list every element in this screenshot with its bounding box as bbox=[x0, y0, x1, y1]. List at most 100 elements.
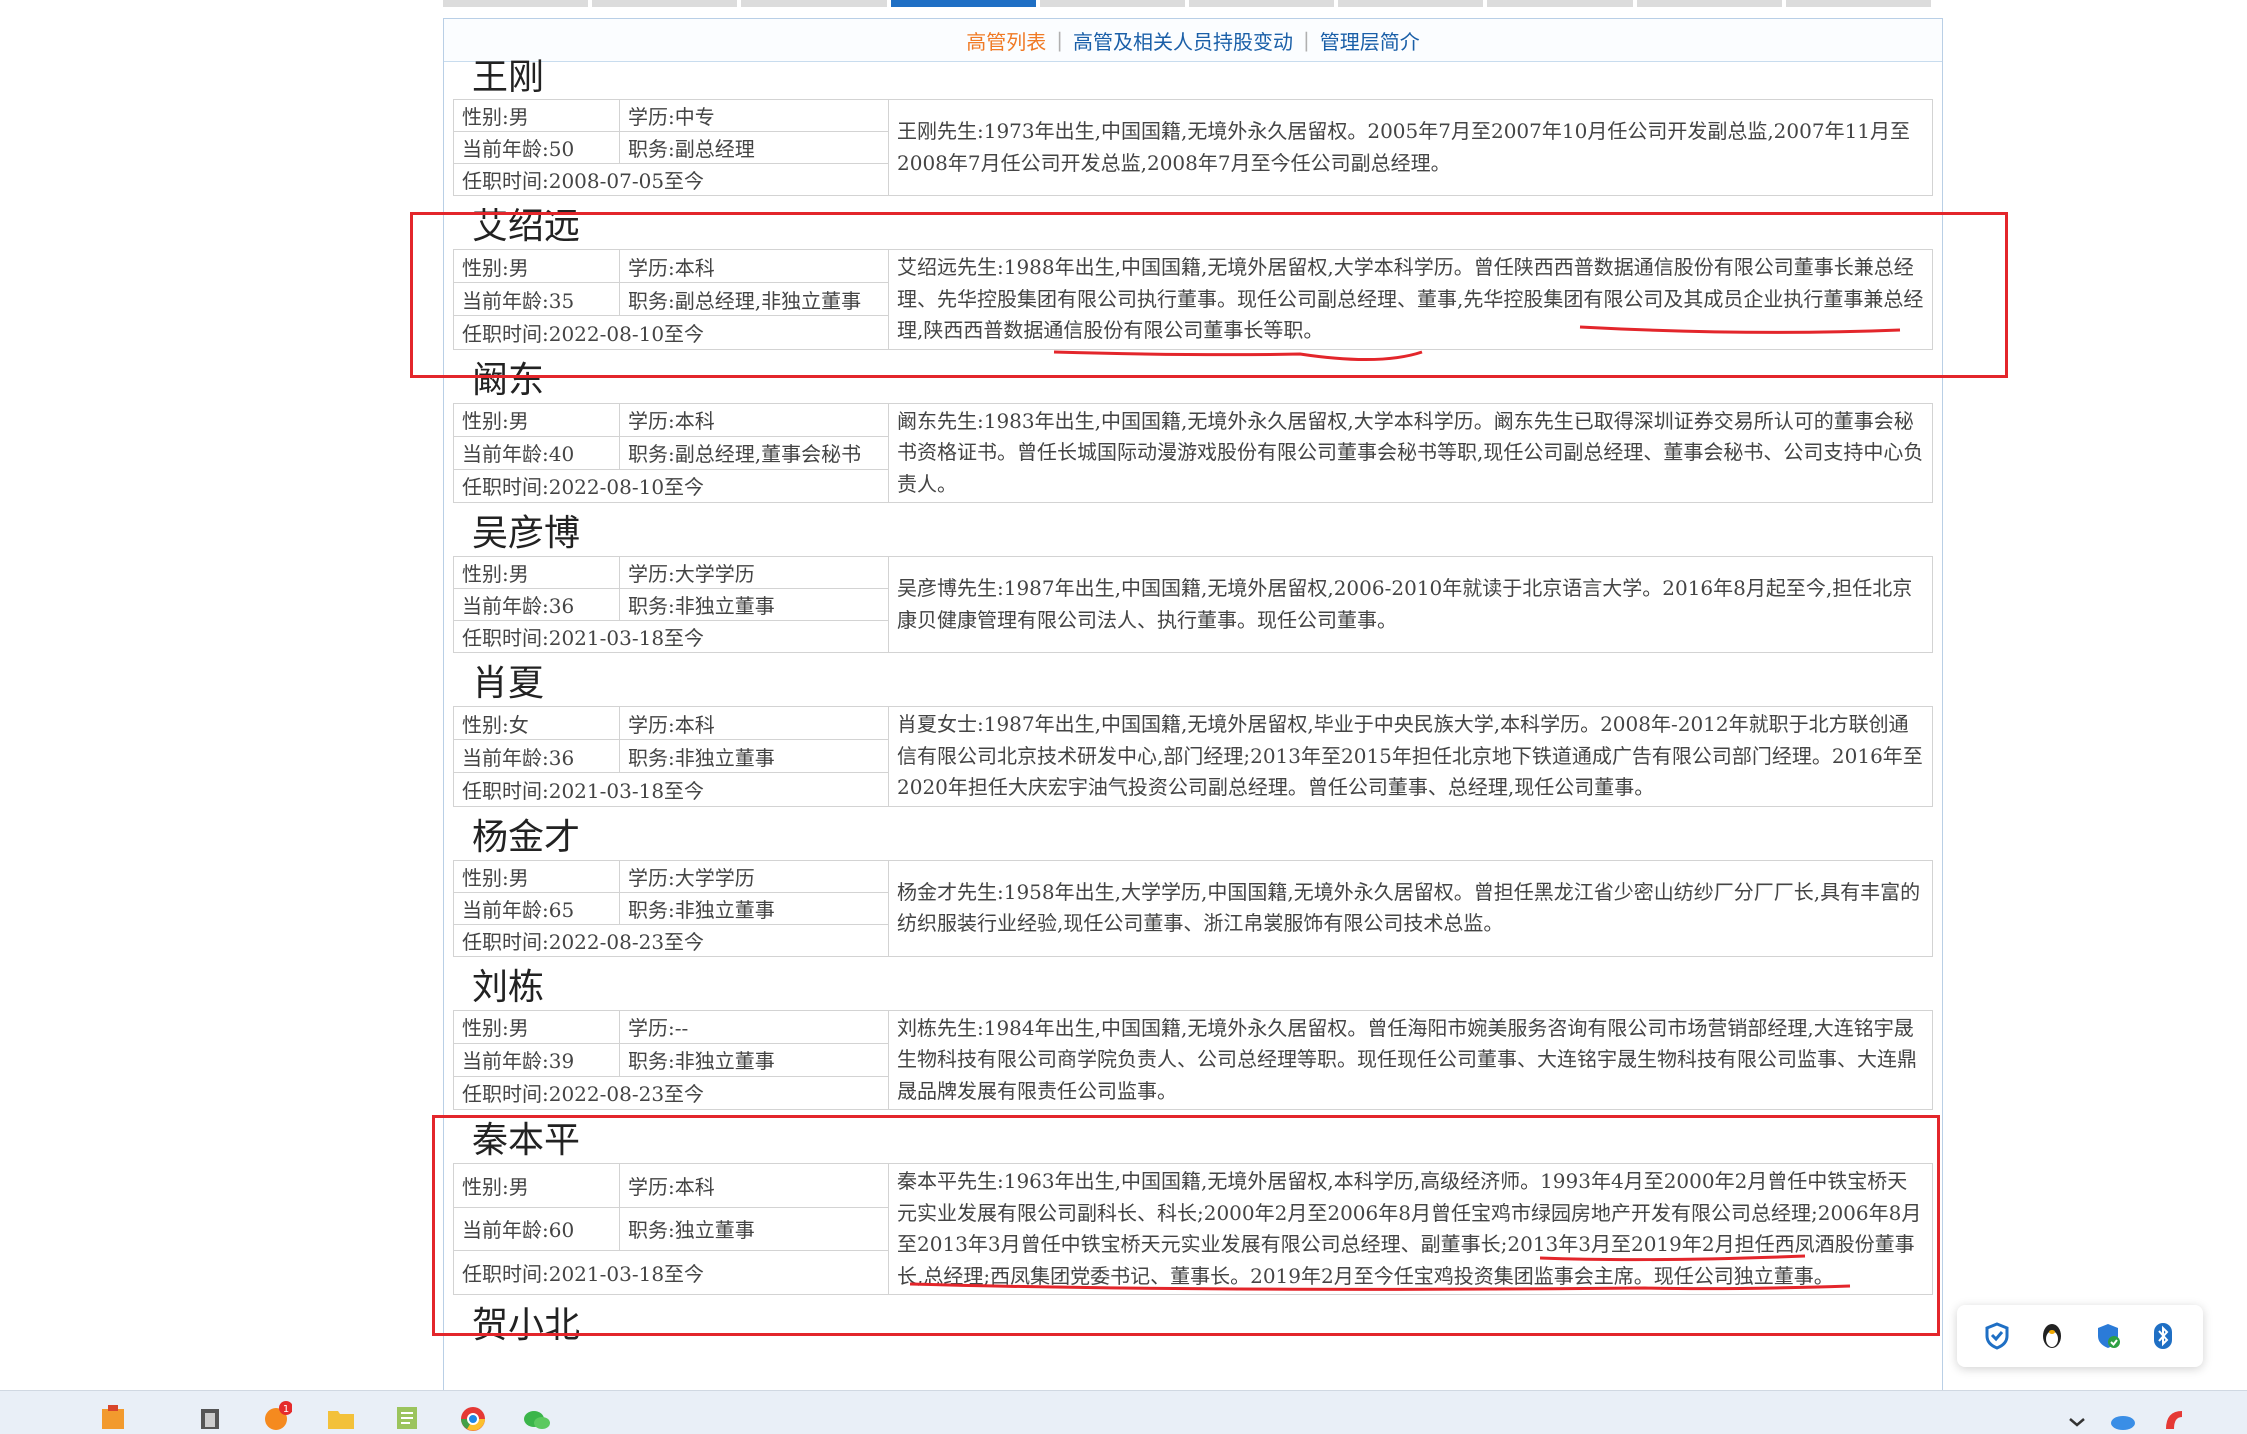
executive-card: 艾绍远 性别:男 学历:本科 艾绍远先生:1988年出生,中国国籍,无境外居留权… bbox=[453, 204, 1933, 350]
executive-info-table: 性别:男 学历:本科 秦本平先生:1963年出生,中国国籍,无境外居留权,本科学… bbox=[453, 1163, 1933, 1295]
tenure: 任职时间:2021-03-18至今 bbox=[453, 772, 889, 807]
notepad-icon[interactable] bbox=[392, 1401, 422, 1431]
position: 职务:副总经理 bbox=[619, 131, 889, 164]
biography: 杨金才先生:1958年出生,大学学历,中国国籍,无境外永久居留权。曾担任黑龙江省… bbox=[888, 859, 1933, 957]
shield-icon[interactable] bbox=[1982, 1321, 2012, 1351]
bluetooth-icon[interactable] bbox=[2148, 1321, 2178, 1351]
gender: 性别:男 bbox=[453, 859, 620, 893]
position: 职务:副总经理,董事会秘书 bbox=[619, 435, 889, 470]
tenure: 任职时间:2021-03-18至今 bbox=[453, 1250, 889, 1295]
tenure: 任职时间:2008-07-05至今 bbox=[453, 163, 889, 196]
gender: 性别:女 bbox=[453, 705, 620, 741]
biography: 阚东先生:1983年出生,中国国籍,无境外永久居留权,大学本科学历。阚东先生已取… bbox=[888, 402, 1933, 503]
top-tab[interactable] bbox=[741, 0, 887, 7]
executive-name: 吴彦博 bbox=[472, 513, 581, 554]
chevron-up-icon[interactable] bbox=[2062, 1401, 2092, 1431]
gender: 性别:男 bbox=[453, 402, 620, 437]
age: 当前年龄:35 bbox=[453, 282, 620, 317]
subnav: 高管列表 | 高管及相关人员持股变动 | 管理层简介 bbox=[444, 19, 1942, 62]
chrome-icon[interactable] bbox=[458, 1401, 488, 1431]
executive-name: 阚东 bbox=[472, 359, 545, 401]
gender: 性别:男 bbox=[453, 1009, 620, 1044]
penguin-icon[interactable] bbox=[2037, 1321, 2067, 1351]
top-tab[interactable] bbox=[1785, 0, 1932, 7]
executive-name: 刘栋 bbox=[472, 966, 545, 1008]
education: 学历:本科 bbox=[619, 402, 889, 437]
executives-panel: 高管列表 | 高管及相关人员持股变动 | 管理层简介 王刚 性别:男 学历:中专… bbox=[443, 18, 1943, 1410]
executive-info-table: 性别:女 学历:本科 肖夏女士:1987年出生,中国国籍,无境外居留权,毕业于中… bbox=[453, 705, 1933, 807]
education: 学历:本科 bbox=[619, 248, 889, 284]
executive-info-table: 性别:男 学历:本科 艾绍远先生:1988年出生,中国国籍,无境外居留权,大学本… bbox=[453, 248, 1933, 350]
app-icon[interactable] bbox=[98, 1401, 128, 1431]
executive-name: 秦本平 bbox=[472, 1120, 581, 1161]
age: 当前年龄:36 bbox=[453, 739, 620, 774]
tenure: 任职时间:2022-08-23至今 bbox=[453, 1075, 889, 1111]
tab-management-intro[interactable]: 管理层简介 bbox=[1310, 26, 1430, 55]
tenure: 任职时间:2022-08-10至今 bbox=[453, 315, 889, 350]
biography: 秦本平先生:1963年出生,中国国籍,无境外居留权,本科学历,高级经济师。199… bbox=[888, 1163, 1933, 1295]
education: 学历:本科 bbox=[619, 705, 889, 741]
executive-info-table: 性别:男 学历:大学学历 吴彦博先生:1987年出生,中国国籍,无境外居留权,2… bbox=[453, 556, 1933, 653]
cloud-icon[interactable] bbox=[2108, 1401, 2138, 1431]
biography: 肖夏女士:1987年出生,中国国籍,无境外居留权,毕业于中央民族大学,本科学历。… bbox=[888, 706, 1933, 807]
security-check-icon[interactable] bbox=[2093, 1321, 2123, 1351]
gender: 性别:男 bbox=[453, 99, 620, 132]
tenure: 任职时间:2022-08-10至今 bbox=[453, 468, 889, 504]
separator: | bbox=[1303, 28, 1310, 52]
age: 当前年龄:39 bbox=[453, 1042, 620, 1077]
top-tab[interactable] bbox=[443, 0, 589, 7]
top-tab[interactable] bbox=[1338, 0, 1484, 7]
taskbar: 1 bbox=[0, 1390, 2247, 1434]
tab-executive-list[interactable]: 高管列表 bbox=[956, 26, 1056, 55]
tray-popup bbox=[1957, 1305, 2203, 1367]
executive-card: 秦本平 性别:男 学历:本科 秦本平先生:1963年出生,中国国籍,无境外居留权… bbox=[453, 1118, 1933, 1295]
tenure: 任职时间:2021-03-18至今 bbox=[453, 620, 889, 653]
folder-icon[interactable] bbox=[326, 1401, 356, 1431]
education: 学历:大学学历 bbox=[619, 859, 889, 893]
biography: 吴彦博先生:1987年出生,中国国籍,无境外居留权,2006-2010年就读于北… bbox=[888, 556, 1933, 653]
executive-name: 王刚 bbox=[472, 57, 545, 98]
biography: 刘栋先生:1984年出生,中国国籍,无境外永久居留权。曾任海阳市婉美服务咨询有限… bbox=[888, 1009, 1933, 1110]
executive-list: 王刚 性别:男 学历:中专 王刚先生:1973年出生,中国国籍,无境外永久居留权… bbox=[453, 57, 1933, 1350]
age: 当前年龄:60 bbox=[453, 1206, 620, 1252]
age: 当前年龄:50 bbox=[453, 131, 620, 164]
top-tab[interactable] bbox=[592, 0, 738, 7]
biography: 艾绍远先生:1988年出生,中国国籍,无境外居留权,大学本科学历。曾任陕西西普数… bbox=[888, 249, 1933, 350]
top-tab[interactable] bbox=[1636, 0, 1782, 7]
executive-info-table: 性别:男 学历:大学学历 杨金才先生:1958年出生,大学学历,中国国籍,无境外… bbox=[453, 859, 1933, 957]
top-tab[interactable] bbox=[1487, 0, 1633, 7]
education: 学历:中专 bbox=[619, 99, 889, 132]
position: 职务:非独立董事 bbox=[619, 1042, 889, 1077]
executive-name: 肖夏 bbox=[472, 663, 545, 704]
executive-card: 阚东 性别:男 学历:本科 阚东先生:1983年出生,中国国籍,无境外永久居留权… bbox=[453, 358, 1933, 504]
executive-card: 吴彦博 性别:男 学历:大学学历 吴彦博先生:1987年出生,中国国籍,无境外居… bbox=[453, 511, 1933, 653]
executive-card: 刘栋 性别:男 学历:-- 刘栋先生:1984年出生,中国国籍,无境外永久居留权… bbox=[453, 965, 1933, 1111]
executive-card: 肖夏 性别:女 学历:本科 肖夏女士:1987年出生,中国国籍,无境外居留权,毕… bbox=[453, 661, 1933, 807]
antivirus-icon[interactable] bbox=[2160, 1401, 2190, 1431]
age: 当前年龄:40 bbox=[453, 435, 620, 470]
position: 职务:非独立董事 bbox=[619, 588, 889, 621]
age: 当前年龄:65 bbox=[453, 891, 620, 925]
tab-shareholding-changes[interactable]: 高管及相关人员持股变动 bbox=[1063, 26, 1303, 55]
top-tab[interactable] bbox=[1039, 0, 1186, 7]
position: 职务:非独立董事 bbox=[619, 739, 889, 774]
wechat-icon[interactable] bbox=[522, 1401, 552, 1431]
biography: 王刚先生:1973年出生,中国国籍,无境外永久居留权。2005年7月至2007年… bbox=[888, 99, 1933, 196]
gender: 性别:男 bbox=[453, 556, 620, 589]
gender: 性别:男 bbox=[453, 1163, 620, 1208]
top-tab-active[interactable] bbox=[890, 0, 1036, 7]
notification-app-icon[interactable]: 1 bbox=[262, 1401, 292, 1431]
tenure: 任职时间:2022-08-23至今 bbox=[453, 923, 889, 957]
executive-info-table: 性别:男 学历:-- 刘栋先生:1984年出生,中国国籍,无境外永久居留权。曾任… bbox=[453, 1009, 1933, 1111]
executive-card: 杨金才 性别:男 学历:大学学历 杨金才先生:1958年出生,大学学历,中国国籍… bbox=[453, 815, 1933, 957]
education: 学历:本科 bbox=[619, 1163, 889, 1208]
executive-card: 贺小北 bbox=[453, 1303, 1933, 1348]
top-tab-strip bbox=[443, 0, 1932, 7]
separator: | bbox=[1056, 28, 1063, 52]
top-tab[interactable] bbox=[1189, 0, 1335, 7]
app-icon[interactable] bbox=[195, 1401, 225, 1431]
position: 职务:独立董事 bbox=[619, 1206, 889, 1252]
gender: 性别:男 bbox=[453, 248, 620, 284]
education: 学历:-- bbox=[619, 1009, 889, 1044]
age: 当前年龄:36 bbox=[453, 588, 620, 621]
